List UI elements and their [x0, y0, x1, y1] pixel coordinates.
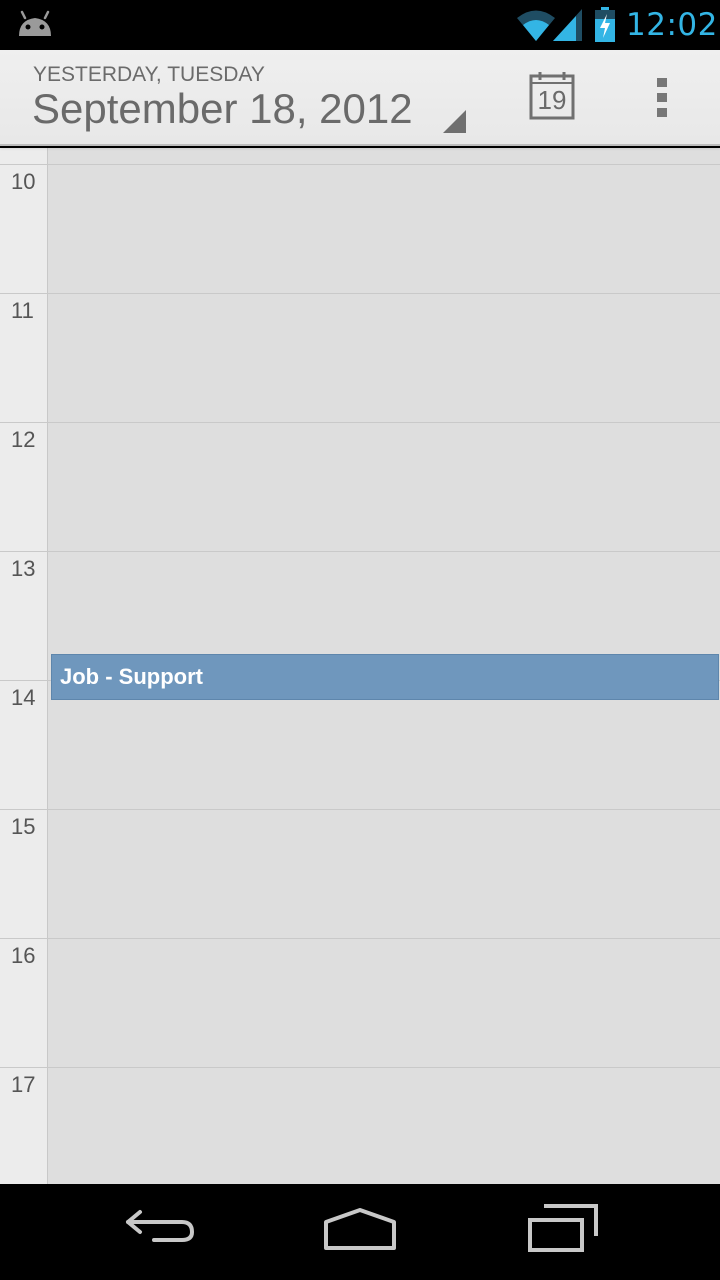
hour-divider — [0, 422, 720, 423]
hour-divider — [0, 938, 720, 939]
home-button[interactable] — [318, 1202, 402, 1258]
back-button[interactable] — [120, 1202, 200, 1258]
date-picker-dropdown[interactable]: YESTERDAY, TUESDAY September 18, 2012 — [0, 50, 480, 146]
screen: 12:02 YESTERDAY, TUESDAY September 18, 2… — [0, 0, 720, 1280]
dropdown-triangle-icon — [443, 110, 466, 133]
battery-charging-icon — [595, 7, 615, 42]
hour-divider — [0, 551, 720, 552]
signal-icon — [553, 9, 582, 41]
home-icon — [324, 1208, 396, 1250]
hour-label-10: 10 — [11, 169, 36, 194]
hour-label-15: 15 — [11, 814, 36, 839]
wifi-icon — [517, 10, 555, 41]
today-button-day: 19 — [537, 85, 567, 115]
overflow-menu-button[interactable] — [638, 68, 688, 128]
hour-label-17: 17 — [11, 1072, 36, 1097]
recents-icon — [528, 1204, 598, 1252]
event-title: Job - Support — [60, 664, 203, 689]
hour-label-16: 16 — [11, 943, 36, 968]
hour-label-14: 14 — [11, 685, 36, 710]
hour-divider — [0, 1067, 720, 1068]
date-title: September 18, 2012 — [32, 85, 413, 132]
hour-divider — [0, 293, 720, 294]
hour-label-13: 13 — [11, 556, 36, 581]
android-icon — [19, 10, 51, 36]
status-clock: 12:02 — [626, 7, 718, 43]
overflow-menu-icon — [657, 78, 667, 117]
hour-divider — [0, 164, 720, 165]
hour-label-12: 12 — [11, 427, 36, 452]
action-bar: YESTERDAY, TUESDAY September 18, 2012 19 — [0, 50, 720, 146]
hour-label-11: 11 — [11, 298, 34, 323]
day-view-grid[interactable]: 10 11 12 13 14 15 16 17 Job - Support — [0, 148, 720, 1184]
event-block[interactable]: Job - Support — [51, 654, 719, 700]
hour-divider — [0, 809, 720, 810]
back-icon — [126, 1210, 195, 1242]
status-bar: 12:02 — [0, 0, 720, 50]
recents-button[interactable] — [520, 1198, 604, 1258]
today-button[interactable]: 19 — [518, 68, 584, 128]
navigation-bar — [0, 1184, 720, 1280]
